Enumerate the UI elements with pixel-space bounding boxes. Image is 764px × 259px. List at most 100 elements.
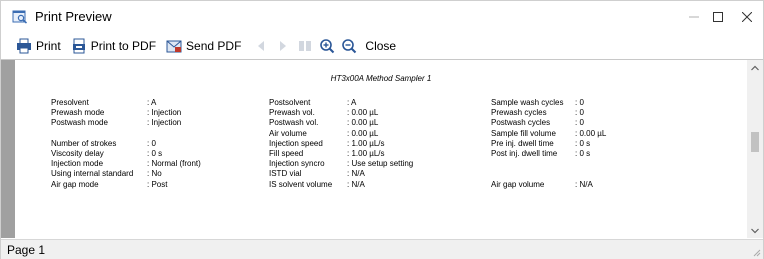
parameter-value: : Use setup setting <box>347 159 414 169</box>
resize-grip-icon[interactable] <box>751 247 761 257</box>
next-page-button[interactable] <box>272 35 294 57</box>
parameter-label: IS solvent volume <box>269 179 333 189</box>
previous-page-button[interactable] <box>250 35 272 57</box>
scrollbar-thumb[interactable] <box>751 132 759 152</box>
close-preview-label: Close <box>365 39 397 53</box>
pdf-file-icon <box>72 38 85 54</box>
parameter-row: IS solvent volume: N/A <box>269 180 413 190</box>
parameter-label: Postwash vol. <box>269 118 319 128</box>
chevron-down-icon <box>751 228 759 234</box>
printer-icon <box>17 38 31 54</box>
window-title: Print Preview <box>35 9 112 24</box>
parameter-label: Air volume <box>269 128 307 138</box>
maximize-icon <box>713 12 723 22</box>
parameter-value: : A <box>147 98 157 107</box>
zoom-in-button[interactable] <box>316 35 338 57</box>
parameter-label: Injection mode <box>51 159 104 169</box>
parameter-row: Post inj. dwell time : 0 s <box>491 149 606 159</box>
parameter-label: Pre inj. dwell time <box>491 138 554 148</box>
parameter-row: Injection speed: 1.00 µL/s <box>269 139 413 149</box>
send-pdf-label: Send PDF <box>186 39 242 53</box>
print-preview-icon <box>12 10 28 24</box>
close-window-button[interactable] <box>731 1 763 33</box>
parameter-label <box>491 169 575 179</box>
parameter-row: Prewash cycles : 0 <box>491 108 606 118</box>
parameter-label <box>51 129 147 139</box>
parameter-label: Postsolvent <box>269 98 311 107</box>
parameter-row: Postwash mode: Injection <box>51 118 201 128</box>
parameter-value: : 0 s <box>575 148 591 158</box>
print-to-pdf-button[interactable]: Print to PDF <box>68 35 159 57</box>
parameter-label: ISTD vial <box>269 169 302 179</box>
chevron-up-icon <box>751 65 759 71</box>
parameter-value: : Injection <box>147 108 182 118</box>
parameter-label: Injection syncro <box>269 159 325 169</box>
parameter-label: Prewash vol. <box>269 108 315 118</box>
parameter-row: Viscosity delay: 0 s <box>51 149 201 159</box>
page-title: HT3x00A Method Sampler 1 <box>330 74 432 83</box>
preview-area[interactable]: HT3x00A Method Sampler 1 Presolvent : A P… <box>1 59 763 238</box>
parameter-label: Air gap volume <box>491 179 545 189</box>
parameter-label: Injection speed <box>269 138 323 148</box>
parameter-row: Injection mode: Normal (front) <box>51 159 201 169</box>
parameter-row: Prewash mode: Injection <box>51 108 201 118</box>
parameter-row <box>491 159 606 169</box>
parameter-row: ISTD vial: N/A <box>269 169 413 179</box>
print-label: Print <box>36 39 61 53</box>
zoom-out-icon <box>342 39 357 54</box>
scroll-down-button[interactable] <box>747 223 763 238</box>
parameter-value: : 0 <box>575 98 584 107</box>
parameter-row: Air gap volume : N/A <box>491 180 606 190</box>
parameter-value: : Post <box>147 179 168 189</box>
zoom-out-button[interactable] <box>338 35 360 57</box>
parameter-label: Using internal standard <box>51 169 134 179</box>
status-bar: Page 1 <box>1 239 763 259</box>
parameter-value: : 0 <box>575 108 584 118</box>
parameter-value: : 0 <box>575 118 584 128</box>
parameter-column-3: Sample wash cycles : 0 Prewash cycles : 0 … <box>491 98 606 190</box>
parameter-value: : 0.00 µL <box>347 108 379 118</box>
parameter-row <box>51 129 201 139</box>
parameter-row: Prewash vol. : 0.00 µL <box>269 108 413 118</box>
parameter-label: Presolvent <box>51 98 89 107</box>
parameter-label: Air gap mode <box>51 179 99 189</box>
page-view-button[interactable] <box>294 35 316 57</box>
parameter-row: Using internal standard: No <box>51 169 201 179</box>
parameter-row <box>491 169 606 179</box>
parameter-column-2: Postsolvent : A Prewash vol. : 0.00 µL Pos… <box>269 98 413 190</box>
parameter-column-1: Presolvent : A Prewash mode: Injection Po… <box>51 98 201 190</box>
preview-page: HT3x00A Method Sampler 1 Presolvent : A P… <box>15 60 747 238</box>
vertical-scrollbar[interactable] <box>747 60 763 238</box>
parameter-value: : 0 s <box>575 138 591 148</box>
print-button[interactable]: Print <box>13 35 64 57</box>
parameter-row: Sample fill volume: 0.00 µL <box>491 129 606 139</box>
parameter-row: Fill speed: 1.00 µL/s <box>269 149 413 159</box>
parameter-label <box>491 159 575 169</box>
zoom-in-icon <box>320 39 335 54</box>
parameter-row: Number of strokes: 0 <box>51 139 201 149</box>
parameter-value: : A <box>347 98 357 107</box>
page-indicator: Page 1 <box>7 243 46 257</box>
parameter-value: : 1.00 µL/s <box>347 148 385 158</box>
title-bar: Print Preview <box>1 1 763 33</box>
close-preview-button[interactable]: Close <box>362 35 399 57</box>
print-to-pdf-label: Print to PDF <box>90 39 157 53</box>
parameter-label: Post inj. dwell time <box>491 148 558 158</box>
toolbar: Print Print to PDF Send PDF Close <box>1 34 763 58</box>
parameter-label: Prewash cycles <box>491 108 547 118</box>
parameter-value: : 0 s <box>147 148 163 158</box>
parameter-label: Sample wash cycles <box>491 98 564 107</box>
send-pdf-button[interactable]: Send PDF <box>163 35 244 57</box>
parameter-row: Air gap mode : Post <box>51 180 201 190</box>
parameter-row: Postwash cycles: 0 <box>491 118 606 128</box>
parameter-row: Presolvent : A <box>51 98 201 108</box>
parameter-row: Pre inj. dwell time : 0 s <box>491 139 606 149</box>
chevron-left-icon <box>258 41 265 51</box>
parameter-value: : N/A <box>575 179 593 189</box>
parameter-value: : 0.00 µL <box>575 128 607 138</box>
close-icon <box>742 12 752 22</box>
parameter-row: Injection syncro : Use setup setting <box>269 159 413 169</box>
parameter-row: Sample wash cycles : 0 <box>491 98 606 108</box>
parameter-label: Number of strokes <box>51 138 117 148</box>
scroll-up-button[interactable] <box>747 60 763 76</box>
